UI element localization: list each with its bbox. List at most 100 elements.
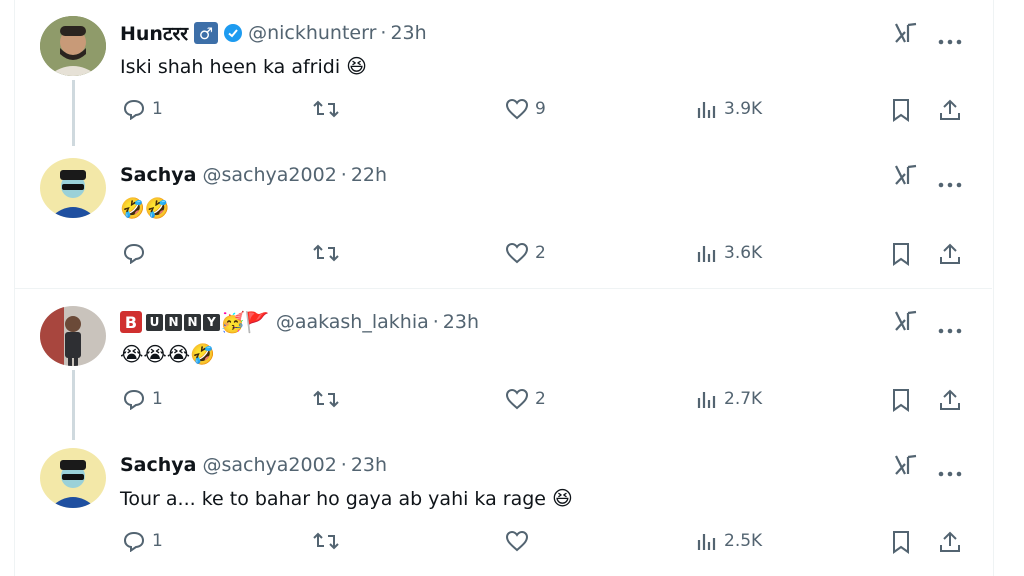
tweet-text: 🤣🤣 xyxy=(120,196,170,220)
more-icon[interactable] xyxy=(938,319,962,338)
bookmark-icon xyxy=(893,531,909,554)
retweet-icon xyxy=(313,100,339,118)
tweet-actions: 1 2 2.7K xyxy=(0,388,1024,418)
tweet-text: Iski shah heen ka afridi 😆 xyxy=(120,54,367,78)
reply-count: 1 xyxy=(152,531,163,551)
display-name[interactable]: Sachya xyxy=(120,454,197,476)
view-count: 2.7K xyxy=(724,389,763,409)
tweet-text-content: Tour a... ke to bahar ho gaya ab yahi ka… xyxy=(120,488,546,510)
timestamp[interactable]: 22h xyxy=(351,164,387,186)
name-letter-n[interactable]: N xyxy=(184,313,201,331)
bookmark-button[interactable] xyxy=(890,388,912,412)
handle[interactable]: @nickhunterr xyxy=(248,22,376,44)
timestamp[interactable]: 23h xyxy=(351,454,387,476)
views-button[interactable]: 3.6K xyxy=(696,242,762,264)
view-count: 3.9K xyxy=(724,99,763,119)
avatar[interactable] xyxy=(40,448,106,508)
more-icon[interactable] xyxy=(938,462,962,481)
bookmark-icon xyxy=(893,243,909,266)
views-icon xyxy=(697,102,716,118)
separator-dot: · xyxy=(340,164,347,186)
share-button[interactable] xyxy=(938,530,962,554)
tweet-text-content: Iski shah heen ka afridi xyxy=(120,56,341,78)
name-letter-b[interactable]: B xyxy=(120,311,142,333)
tweet-actions: 2 3.6K xyxy=(0,242,1024,272)
display-name[interactable]: Sachya xyxy=(120,164,197,186)
tweet-header: Sachya @sachya2002 · 22h xyxy=(120,164,387,186)
reply-icon xyxy=(123,99,145,120)
share-button[interactable] xyxy=(938,388,962,412)
reply-count: 1 xyxy=(152,389,163,409)
reply-button[interactable]: 1 xyxy=(122,388,163,410)
views-button[interactable]: 3.9K xyxy=(696,98,762,120)
grok-icon[interactable] xyxy=(894,310,918,336)
reply-icon xyxy=(123,531,145,552)
avatar[interactable] xyxy=(40,158,106,218)
retweet-button[interactable] xyxy=(312,242,340,264)
like-button[interactable]: 9 xyxy=(505,98,546,120)
like-button[interactable]: 2 xyxy=(505,388,546,410)
views-icon xyxy=(697,534,716,550)
bookmark-button[interactable] xyxy=(890,242,912,266)
share-button[interactable] xyxy=(938,242,962,266)
retweet-button[interactable] xyxy=(312,388,340,410)
bookmark-button[interactable] xyxy=(890,98,912,122)
reply-icon xyxy=(123,389,145,410)
bookmark-icon xyxy=(893,389,909,412)
view-count: 3.6K xyxy=(724,243,763,263)
timestamp[interactable]: 23h xyxy=(390,22,426,44)
views-button[interactable]: 2.5K xyxy=(696,530,762,552)
tweet-header: B U N N Y 🥳🚩 @aakash_lakhia · 23h xyxy=(120,310,479,334)
name-letter-n[interactable]: N xyxy=(165,313,182,331)
retweet-icon xyxy=(313,390,339,408)
views-button[interactable]: 2.7K xyxy=(696,388,762,410)
heart-icon xyxy=(505,388,529,410)
bookmark-icon xyxy=(893,99,909,122)
tweet-header: Hunटरर ♂ @nickhunterr · 23h xyxy=(120,20,427,46)
tweet-emoji: 😭😭😭🤣 xyxy=(120,342,216,366)
reply-button[interactable]: 1 xyxy=(122,530,163,552)
timestamp[interactable]: 23h xyxy=(443,311,479,333)
view-count: 2.5K xyxy=(724,531,763,551)
more-icon[interactable] xyxy=(938,173,962,192)
views-icon xyxy=(697,246,716,262)
tweet-header: Sachya @sachya2002 · 23h xyxy=(120,454,387,476)
separator-dot: · xyxy=(380,22,387,44)
views-icon xyxy=(697,392,716,408)
tweet-actions: 1 9 3.9K xyxy=(0,98,1024,128)
like-count: 9 xyxy=(535,99,546,119)
retweet-button[interactable] xyxy=(312,530,340,552)
handle[interactable]: @sachya2002 xyxy=(203,164,337,186)
more-icon[interactable] xyxy=(938,30,962,49)
tweet-actions: 1 2.5K xyxy=(0,530,1024,560)
retweet-icon xyxy=(313,532,339,550)
share-icon xyxy=(940,389,960,410)
heart-icon xyxy=(505,98,529,120)
name-letter-u[interactable]: U xyxy=(146,313,163,331)
reply-button[interactable]: 1 xyxy=(122,98,163,120)
grok-icon[interactable] xyxy=(894,454,918,480)
male-sign-icon: ♂ xyxy=(194,22,219,44)
handle[interactable]: @aakash_lakhia xyxy=(276,311,429,333)
tweet-emoji: 🤣🤣 xyxy=(120,196,170,220)
bookmark-button[interactable] xyxy=(890,530,912,554)
avatar[interactable] xyxy=(40,306,106,366)
reply-count: 1 xyxy=(152,99,163,119)
handle[interactable]: @sachya2002 xyxy=(203,454,337,476)
like-count: 2 xyxy=(535,243,546,263)
share-button[interactable] xyxy=(938,98,962,122)
retweet-button[interactable] xyxy=(312,98,340,120)
display-name[interactable]: Hunटरर xyxy=(120,20,188,46)
share-icon xyxy=(940,531,960,552)
heart-icon xyxy=(505,530,529,552)
like-button[interactable] xyxy=(505,530,535,552)
grok-icon[interactable] xyxy=(894,164,918,190)
heart-icon xyxy=(505,242,529,264)
reply-button[interactable] xyxy=(122,242,152,264)
like-button[interactable]: 2 xyxy=(505,242,546,264)
name-letter-y[interactable]: Y xyxy=(203,313,220,331)
avatar[interactable] xyxy=(40,16,106,76)
grok-icon[interactable] xyxy=(894,22,918,48)
share-icon xyxy=(940,99,960,120)
reply-icon xyxy=(123,243,145,264)
